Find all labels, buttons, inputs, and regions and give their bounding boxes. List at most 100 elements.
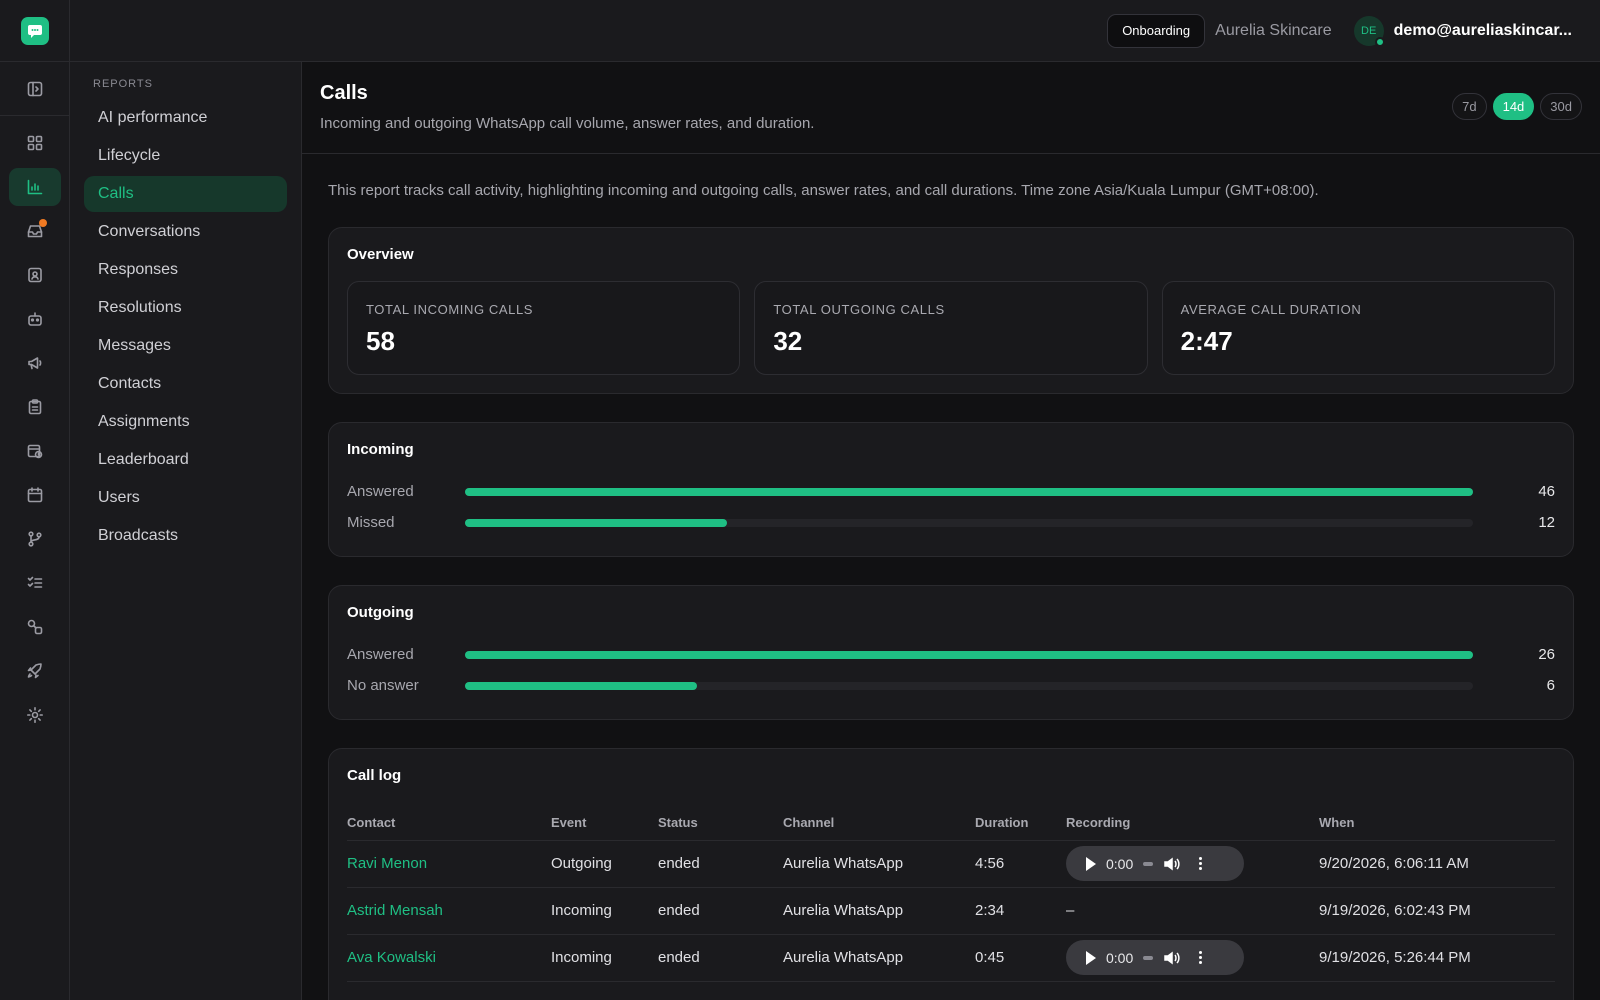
more-options-icon[interactable] — [1199, 857, 1203, 870]
play-icon[interactable] — [1086, 950, 1096, 965]
rail-workflow[interactable] — [9, 520, 61, 558]
bar-value: 46 — [1538, 483, 1555, 500]
workflow-icon — [28, 531, 42, 547]
rail-broadcast[interactable] — [9, 344, 61, 382]
channel-cell: Aurelia WhatsApp — [783, 840, 975, 888]
onboarding-button[interactable]: Onboarding — [1107, 13, 1206, 48]
more-options-icon[interactable] — [1199, 951, 1203, 964]
contact-link[interactable]: Ava Kowalski — [347, 934, 551, 982]
table-row: Ravi Menon Outgoing ended Aurelia WhatsA… — [347, 840, 1555, 888]
player-time: 0:00 — [1106, 949, 1134, 966]
audio-player[interactable]: 0:00 — [1066, 940, 1244, 975]
column-header[interactable]: Channel — [783, 806, 975, 841]
rail-checklist[interactable] — [9, 564, 61, 602]
audio-player[interactable]: 0:00 — [1066, 846, 1244, 881]
nav-item-responses[interactable]: Responses — [84, 252, 287, 288]
call-log-table: Contact Event Status Channel Duration Re… — [347, 806, 1555, 982]
sidebar-toggle-icon[interactable] — [26, 80, 44, 98]
column-header[interactable]: Recording — [1066, 806, 1319, 841]
contact-link[interactable]: Ravi Menon — [347, 840, 551, 888]
top-bar: Onboarding Aurelia Skincare DE demo@aure… — [70, 0, 1600, 62]
nav-item-ai-performance[interactable]: AI performance — [84, 100, 287, 136]
call-log-title: Call log — [347, 767, 402, 784]
rail-integrations[interactable] — [9, 608, 61, 646]
rail-reports[interactable] — [9, 168, 61, 206]
volume-icon[interactable] — [1163, 949, 1181, 967]
bar-track — [465, 650, 1473, 659]
table-row: Ava Kowalski Incoming ended Aurelia What… — [347, 934, 1555, 982]
clipboard-icon — [28, 399, 42, 415]
reports-nav-heading: REPORTS — [93, 78, 153, 90]
app-logo[interactable] — [20, 16, 49, 45]
table-header-row: Contact Event Status Channel Duration Re… — [347, 806, 1555, 841]
bar-fill — [465, 518, 728, 527]
settings-icon — [27, 707, 43, 723]
status-cell: ended — [658, 840, 783, 888]
player-time: 0:00 — [1106, 855, 1134, 872]
rail-inbox[interactable] — [9, 212, 61, 250]
nav-item-broadcasts[interactable]: Broadcasts — [84, 518, 287, 554]
when-cell: 9/20/2026, 6:06:11 AM — [1319, 840, 1555, 888]
overview-title: Overview — [347, 246, 414, 263]
outgoing-no-answer-row: No answer 6 — [347, 670, 1555, 701]
online-status-dot — [1374, 36, 1385, 47]
rail-rocket[interactable] — [9, 652, 61, 690]
column-header[interactable]: When — [1319, 806, 1555, 841]
dashboard-icon — [27, 135, 43, 151]
event-cell: Incoming — [551, 934, 658, 982]
event-cell: Outgoing — [551, 840, 658, 888]
nav-item-leaderboard[interactable]: Leaderboard — [84, 442, 287, 478]
play-icon[interactable] — [1086, 856, 1096, 871]
column-header[interactable]: Event — [551, 806, 658, 841]
rail-bot[interactable] — [9, 300, 61, 338]
progress-slider[interactable] — [1143, 955, 1154, 960]
range-selector: 7d 14d 30d — [1452, 93, 1582, 120]
nav-item-resolutions[interactable]: Resolutions — [84, 290, 287, 326]
bar-label: No answer — [347, 677, 419, 694]
stat-total-outgoing: TOTAL OUTGOING CALLS 32 — [754, 281, 1148, 375]
column-header[interactable]: Duration — [975, 806, 1066, 841]
nav-item-lifecycle[interactable]: Lifecycle — [84, 138, 287, 174]
rail-schedule[interactable] — [9, 432, 61, 470]
stat-value: 2:47 — [1180, 326, 1233, 356]
column-header[interactable]: Contact — [347, 806, 551, 841]
user-email[interactable]: demo@aureliaskincar... — [1394, 22, 1572, 40]
nav-item-contacts[interactable]: Contacts — [84, 366, 287, 402]
rocket-icon — [27, 663, 42, 679]
bot-icon — [28, 312, 42, 326]
rail-calendar[interactable] — [9, 476, 61, 514]
nav-item-conversations[interactable]: Conversations — [84, 214, 287, 250]
overview-card: Overview TOTAL INCOMING CALLS 58 TOTAL O… — [328, 227, 1574, 394]
rail-dashboard[interactable] — [9, 124, 61, 162]
avatar-initials: DE — [1361, 24, 1377, 37]
reports-nav: REPORTS AI performance Lifecycle Calls C… — [70, 62, 302, 1000]
nav-item-assignments[interactable]: Assignments — [84, 404, 287, 440]
nav-item-calls[interactable]: Calls — [84, 176, 287, 212]
range-30d[interactable]: 30d — [1540, 93, 1582, 120]
broadcast-icon — [28, 357, 42, 370]
when-cell: 9/19/2026, 5:26:44 PM — [1319, 934, 1555, 982]
chat-bubble-icon — [27, 24, 42, 38]
rail-clipboard[interactable] — [9, 388, 61, 426]
rail-settings[interactable] — [9, 696, 61, 734]
volume-icon[interactable] — [1163, 855, 1181, 873]
bar-fill — [465, 681, 697, 690]
contacts-icon — [28, 267, 42, 283]
outgoing-card: Outgoing Answered 26 No answer 6 — [328, 585, 1574, 720]
bar-track — [465, 518, 1473, 527]
org-name[interactable]: Aurelia Skincare — [1215, 22, 1332, 40]
event-cell: Incoming — [551, 887, 658, 935]
range-14d[interactable]: 14d — [1492, 93, 1535, 120]
avatar[interactable]: DE — [1353, 15, 1385, 47]
progress-slider[interactable] — [1143, 861, 1154, 866]
stat-label: TOTAL INCOMING CALLS — [366, 302, 534, 317]
range-7d[interactable]: 7d — [1452, 93, 1487, 120]
rail-contacts[interactable] — [9, 256, 61, 294]
stat-label: TOTAL OUTGOING CALLS — [773, 302, 945, 317]
stat-label: AVERAGE CALL DURATION — [1180, 302, 1362, 317]
bar-fill — [465, 487, 1473, 496]
nav-item-users[interactable]: Users — [84, 480, 287, 516]
contact-link[interactable]: Astrid Mensah — [347, 887, 551, 935]
nav-item-messages[interactable]: Messages — [84, 328, 287, 364]
column-header[interactable]: Status — [658, 806, 783, 841]
